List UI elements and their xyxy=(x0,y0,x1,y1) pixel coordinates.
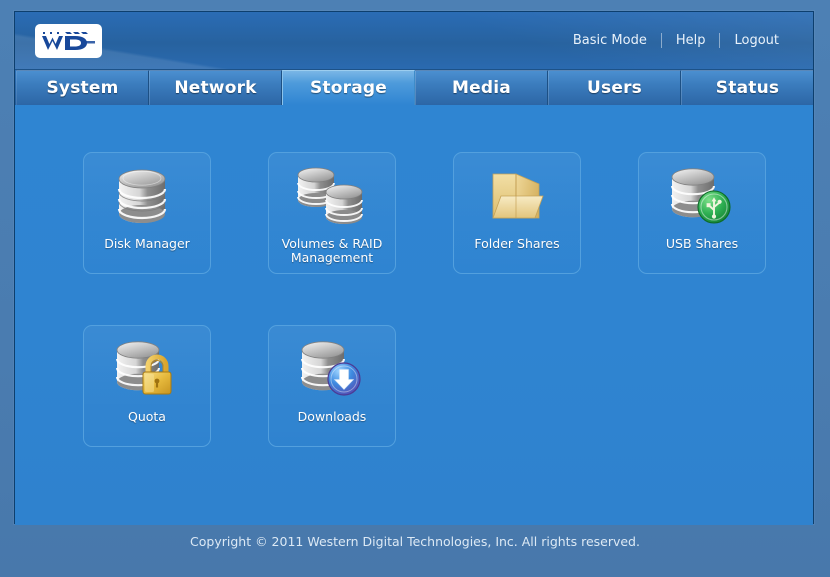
page-root: Basic Mode Help Logout System Network St… xyxy=(0,0,830,577)
tile-label: Downloads xyxy=(297,409,367,424)
tab-network[interactable]: Network xyxy=(149,70,282,105)
tab-users[interactable]: Users xyxy=(548,70,681,105)
tile-label: Folder Shares xyxy=(474,236,560,251)
icon-container xyxy=(292,326,372,410)
disk-stack-usb-badge-icon xyxy=(670,168,731,224)
logout-link[interactable]: Logout xyxy=(720,33,793,48)
page-footer: Copyright © 2011 Western Digital Technol… xyxy=(0,531,830,550)
tab-label: Storage xyxy=(309,78,387,98)
disk-stack-download-badge-icon xyxy=(300,341,361,396)
tab-storage[interactable]: Storage xyxy=(282,70,415,105)
main-panel: Basic Mode Help Logout System Network St… xyxy=(14,11,814,525)
tile-usb-shares[interactable]: USB Shares xyxy=(638,152,766,274)
tab-status[interactable]: Status xyxy=(681,70,813,105)
tile-downloads[interactable]: Downloads xyxy=(268,325,396,447)
storage-tile-grid: Disk Manager Volumes & RAID Management F… xyxy=(83,152,783,498)
tile-row: Quota Downloads xyxy=(83,325,783,447)
tile-label: Volumes & RAID Management xyxy=(281,236,383,265)
tab-label: Network xyxy=(174,78,257,98)
tab-label: Users xyxy=(587,78,642,98)
tab-label: Media xyxy=(452,78,511,98)
tab-label: Status xyxy=(715,78,780,98)
tile-folder-shares[interactable]: Folder Shares xyxy=(453,152,581,274)
double-disk-stack-icon xyxy=(297,167,363,224)
icon-container xyxy=(477,153,557,237)
tile-row: Disk Manager Volumes & RAID Management F… xyxy=(83,152,783,274)
content-area: Disk Manager Volumes & RAID Management F… xyxy=(15,105,813,525)
tile-quota[interactable]: Quota xyxy=(83,325,211,447)
basic-mode-link[interactable]: Basic Mode xyxy=(559,33,661,48)
tile-label: USB Shares xyxy=(665,236,739,251)
main-navigation: System Network Storage Media Users Statu… xyxy=(15,70,813,105)
tile-label: Quota xyxy=(128,409,166,424)
wd-logo-icon xyxy=(41,32,95,50)
icon-container xyxy=(107,153,187,237)
disk-stack-icon xyxy=(117,169,167,223)
tab-media[interactable]: Media xyxy=(415,70,548,105)
header-links: Basic Mode Help Logout xyxy=(559,12,793,69)
tile-volumes-raid-management[interactable]: Volumes & RAID Management xyxy=(268,152,396,274)
icon-container xyxy=(290,153,374,237)
disk-stack-lock-icon xyxy=(115,341,172,395)
tab-system[interactable]: System xyxy=(16,70,149,105)
icon-container xyxy=(662,153,742,237)
icon-container xyxy=(107,326,187,410)
page-header: Basic Mode Help Logout xyxy=(15,12,813,70)
copyright-text: Copyright © 2011 Western Digital Technol… xyxy=(190,534,640,549)
folder-icon xyxy=(492,173,544,219)
help-link[interactable]: Help xyxy=(662,33,720,48)
tile-disk-manager[interactable]: Disk Manager xyxy=(83,152,211,274)
wd-logo[interactable] xyxy=(35,24,102,58)
tab-label: System xyxy=(46,78,119,98)
tile-label: Disk Manager xyxy=(104,236,190,251)
